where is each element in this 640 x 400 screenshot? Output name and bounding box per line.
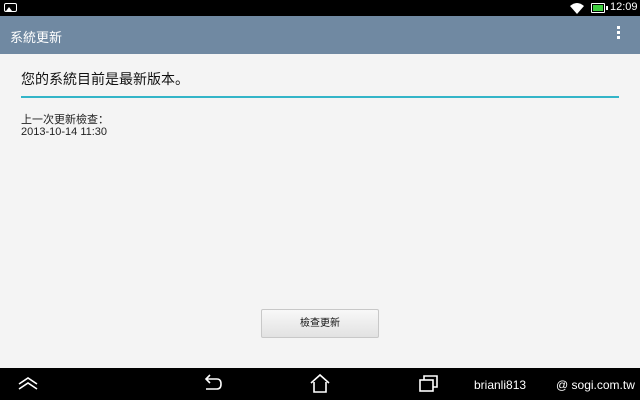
watermark-site: @ sogi.com.tw [556,378,635,392]
check-update-button[interactable]: 檢查更新 [261,309,379,338]
hide-nav-icon[interactable] [16,373,40,393]
accent-divider [21,96,619,98]
recent-apps-icon[interactable] [417,373,441,395]
watermark-author: brianli813 [474,378,527,392]
wifi-icon [570,3,584,14]
home-icon[interactable] [308,373,332,395]
overflow-menu-icon[interactable] [612,26,624,44]
action-bar: 系統更新 [0,16,640,54]
main-content: 您的系統目前是最新版本。 上一次更新檢查： 2013-10-14 11:30 檢… [0,54,640,368]
update-status-headline: 您的系統目前是最新版本。 [21,72,189,88]
last-check-time: 2013-10-14 11:30 [21,126,108,138]
notification-image-icon[interactable] [4,3,17,12]
battery-icon [591,3,608,13]
last-check-label: 上一次更新檢查： [21,113,109,126]
navigation-bar [0,368,640,400]
status-bar: 12:09 [0,0,640,16]
status-clock: 12:09 [610,1,638,13]
page-title: 系統更新 [10,31,63,46]
back-icon[interactable] [200,373,224,395]
